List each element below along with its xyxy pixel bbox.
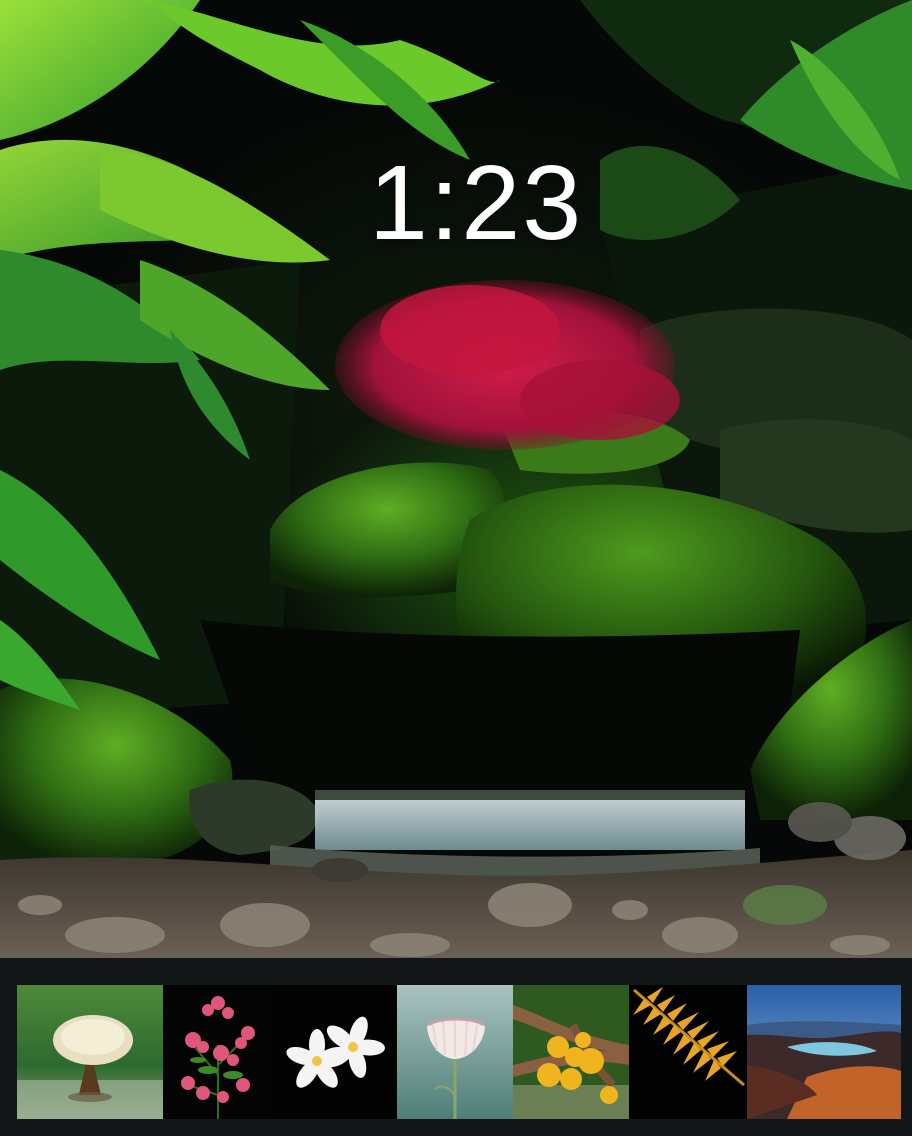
wallpaper-thumbnail-7[interactable] [747,985,901,1119]
wallpaper-thumbnail-3[interactable] [273,985,397,1119]
wallpaper-thumbnail-5[interactable] [513,985,629,1119]
wallpaper-thumbnail-2[interactable] [163,985,273,1119]
golden-fern-icon [629,985,747,1119]
wallpaper-gallery-strip [0,958,912,1136]
lock-screen: 1:23 [0,0,912,1136]
yellow-mushrooms-icon [513,985,629,1119]
lock-clock: 1:23 [368,144,584,262]
tree-in-water-icon [17,985,163,1119]
wallpaper-thumbnail-6[interactable] [629,985,747,1119]
wallpaper-thumbnail-4[interactable] [397,985,513,1119]
dandelion-flower-icon [397,985,513,1119]
pink-flower-shrub-icon [163,985,273,1119]
wallpaper-thumbnail-1[interactable] [17,985,163,1119]
coastal-landscape-icon [747,985,901,1119]
wallpaper-thumbnails [17,985,901,1119]
white-flowers-icon [273,985,397,1119]
